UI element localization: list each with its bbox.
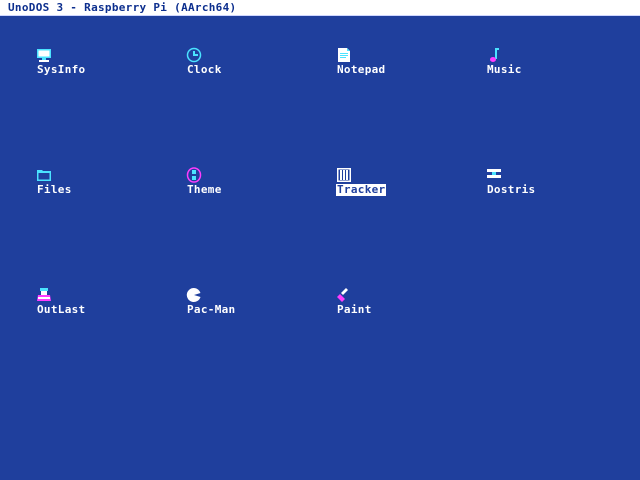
desktop-icon-notepad[interactable]: Notepad (336, 47, 456, 81)
icon-label: Notepad (337, 63, 386, 76)
folder-icon (36, 167, 52, 183)
window-title: UnoDOS 3 - Raspberry Pi (AArch64) (8, 1, 237, 14)
desktop-icon-paint[interactable]: Paint (336, 287, 456, 321)
computer-icon (36, 47, 52, 63)
icon-label: Tracker (336, 183, 387, 196)
icon-label: Clock (187, 63, 222, 76)
palette-icon (186, 167, 202, 183)
icon-label: SysInfo (37, 63, 86, 76)
desktop-screen: UnoDOS 3 - Raspberry Pi (AArch64) SysInf… (0, 0, 640, 480)
notepad-icon (336, 47, 352, 63)
pacman-icon (186, 287, 202, 303)
icon-label: Paint (337, 303, 372, 316)
clock-icon (186, 47, 202, 63)
icon-label: Music (487, 63, 522, 76)
desktop-icon-clock[interactable]: Clock (186, 47, 306, 81)
tetris-block-icon (486, 167, 502, 183)
icon-label: Files (37, 183, 72, 196)
icon-label: OutLast (37, 303, 86, 316)
desktop-icon-dostris[interactable]: Dostris (486, 167, 606, 201)
icon-label: Theme (187, 183, 222, 196)
paint-brush-icon (336, 287, 352, 303)
desktop-icon-theme[interactable]: Theme (186, 167, 306, 201)
icon-label: Dostris (487, 183, 536, 196)
desktop-icon-files[interactable]: Files (36, 167, 156, 201)
car-icon (36, 287, 52, 303)
desktop-icon-sysinfo[interactable]: SysInfo (36, 47, 156, 81)
desktop-icon-outlast[interactable]: OutLast (36, 287, 156, 321)
desktop-icon-music[interactable]: Music (486, 47, 606, 81)
desktop-icon-pac-man[interactable]: Pac-Man (186, 287, 306, 321)
icon-label: Pac-Man (187, 303, 236, 316)
music-note-icon (486, 47, 502, 63)
desktop-icon-tracker[interactable]: Tracker (336, 167, 456, 201)
tracker-icon (336, 167, 352, 183)
title-bar: UnoDOS 3 - Raspberry Pi (AArch64) (0, 0, 640, 16)
